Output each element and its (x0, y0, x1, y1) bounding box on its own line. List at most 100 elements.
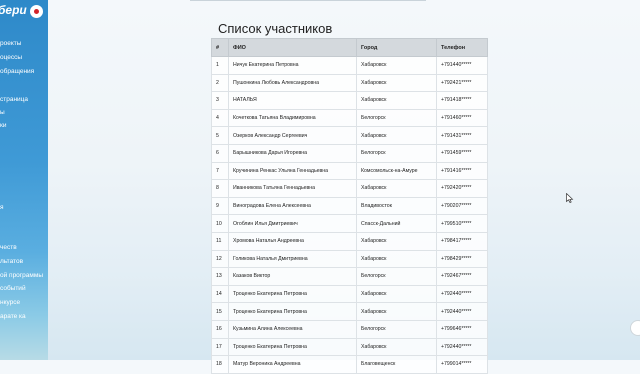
cell-number: 14 (211, 284, 229, 304)
cell-number: 12 (211, 249, 229, 269)
cell-phone: +799646***** (436, 319, 488, 339)
sidebar-item-quality[interactable]: честв (0, 244, 17, 251)
cell-city: Белогорск (356, 108, 437, 128)
cell-city: Хабаровск (356, 91, 437, 110)
table-header-row: # ФИО Город Телефон (211, 38, 488, 57)
cell-city: Хабаровск (356, 337, 437, 357)
table-row[interactable]: 11 Хромова Наталья Андреевна Хабаровск +798… (211, 231, 488, 251)
cell-number: 15 (211, 302, 229, 321)
cell-phone: +798417***** (436, 231, 488, 251)
brand[interactable]: бери (0, 3, 48, 19)
table-row[interactable]: 7 Кручинина Ренкас Ульяна Геннадьевна Комс… (211, 161, 488, 181)
cell-fio: Голикова Наталья Дмитриевна (228, 249, 357, 269)
cell-fio: Пушонкина Любовь Александровна (228, 73, 357, 93)
cell-number: 18 (211, 355, 229, 374)
cell-phone: +791459***** (436, 143, 488, 163)
sidebar-item-events[interactable]: событий (0, 285, 26, 292)
cell-number: 16 (211, 319, 229, 339)
table-row[interactable]: 6 Барышникова Дарья Игоревна Белогорск +791… (211, 143, 488, 163)
cell-city: Белогорск (356, 319, 437, 339)
sidebar-item-5[interactable]: ы (0, 109, 5, 116)
cell-number: 17 (211, 337, 229, 357)
cell-phone: +791431***** (436, 126, 488, 145)
sidebar-item-6[interactable]: ки (0, 122, 6, 129)
sidebar-item-processes[interactable]: оцессы (0, 54, 22, 61)
sidebar-item-apparatus[interactable]: арате ка (0, 313, 26, 320)
cell-phone: +791416***** (436, 161, 488, 181)
column-header-city[interactable]: Город (356, 38, 437, 57)
column-header-phone[interactable]: Телефон (436, 38, 488, 57)
table-row[interactable]: 10 Огоблин Илья Дмитриевич Спасск-Дальний +… (211, 214, 488, 233)
participants-table-wrap: # ФИО Город Телефон 1 Ничук Екатерина Пет… (211, 38, 488, 374)
cell-number: 4 (211, 108, 229, 128)
arrow-cursor-icon (566, 193, 574, 203)
column-header-number[interactable]: # (211, 38, 229, 57)
cell-fio: Иванникова Татьяна Геннадьевна (228, 179, 357, 198)
cell-fio: Виноградова Елена Алексеевна (228, 196, 357, 216)
cell-city: Владивосток (356, 196, 437, 216)
cell-number: 5 (211, 126, 229, 145)
cell-city: Хабаровск (356, 231, 437, 251)
cell-fio: Кузьмина Алина Алексеевна (228, 319, 357, 339)
cell-city: Комсомольск-на-Амуре (356, 161, 437, 181)
cell-number: 3 (211, 91, 229, 110)
cell-phone: +791460***** (436, 108, 488, 128)
cell-number: 9 (211, 196, 229, 216)
brand-logo-icon (30, 5, 43, 18)
sidebar-item-program[interactable]: ой программы (0, 272, 43, 279)
cell-fio: Троценко Екатерина Петровна (228, 302, 357, 321)
cell-fio: Озерков Александр Сергеевич (228, 126, 357, 145)
table-row[interactable]: 16 Кузьмина Алина Алексеевна Белогорск +799… (211, 319, 488, 339)
cell-phone: +792467***** (436, 267, 488, 286)
cell-city: Хабаровск (356, 56, 437, 75)
table-row[interactable]: 4 Кочеткова Татьяна Владимировна Белогорск… (211, 108, 488, 128)
table-row[interactable]: 14 Троценко Екатерина Петровна Хабаровск +7… (211, 284, 488, 304)
column-header-fio[interactable]: ФИО (228, 38, 357, 57)
cell-city: Хабаровск (356, 302, 437, 321)
scroll-up-icon[interactable] (630, 320, 640, 336)
sidebar-item-projects[interactable]: роекты (0, 40, 21, 47)
table-row[interactable]: 2 Пушонкина Любовь Александровна Хабаровск… (211, 73, 488, 93)
cell-fio: Матур Вероника Андреевна (228, 355, 357, 374)
cell-city: Белогорск (356, 143, 437, 163)
table-row[interactable]: 3 НАТАЛЬЯ Хабаровск +791418***** (211, 91, 488, 110)
table-row[interactable]: 18 Матур Вероника Андреевна Благовещенск +7… (211, 355, 488, 374)
cell-fio: НАТАЛЬЯ (228, 91, 357, 110)
cell-city: Хабаровск (356, 284, 437, 304)
cell-number: 2 (211, 73, 229, 93)
cell-phone: +798429***** (436, 249, 488, 269)
cell-city: Хабаровск (356, 249, 437, 269)
page-title: Список участников (218, 21, 333, 36)
cell-fio: Троценко Екатерина Петровна (228, 337, 357, 357)
cell-number: 10 (211, 214, 229, 233)
cell-fio: Хромова Наталья Андреевна (228, 231, 357, 251)
cell-fio: Кочеткова Татьяна Владимировна (228, 108, 357, 128)
cell-number: 8 (211, 179, 229, 198)
table-row[interactable]: 1 Ничук Екатерина Петровна Хабаровск +79144… (211, 56, 488, 75)
cell-phone: +792420***** (436, 179, 488, 198)
cell-number: 7 (211, 161, 229, 181)
cell-city: Спасск-Дальний (356, 214, 437, 233)
table-row[interactable]: 9 Виноградова Елена Алексеевна Владивосток… (211, 196, 488, 216)
cell-fio: Огоблин Илья Дмитриевич (228, 214, 357, 233)
cell-fio: Кручинина Ренкас Ульяна Геннадьевна (228, 161, 357, 181)
cell-fio: Ничук Екатерина Петровна (228, 56, 357, 75)
sidebar-item-requests[interactable]: обращения (0, 68, 34, 75)
table-row[interactable]: 5 Озерков Александр Сергеевич Хабаровск +79… (211, 126, 488, 145)
cell-city: Хабаровск (356, 73, 437, 93)
table-row[interactable]: 17 Троценко Екатерина Петровна Хабаровск +7… (211, 337, 488, 357)
table-row[interactable]: 15 Троценко Екатерина Петровна Хабаровск +7… (211, 302, 488, 321)
cell-city: Хабаровск (356, 179, 437, 198)
sidebar-item-contest[interactable]: нкурсе (0, 299, 20, 306)
sidebar-item-results[interactable]: льтатов (0, 258, 23, 265)
sidebar-item-page[interactable]: страница (0, 96, 28, 103)
table-row[interactable]: 13 Казаков Виктор Белогорск +792467***** (211, 267, 488, 286)
cell-phone: +790207***** (436, 196, 488, 216)
table-row[interactable]: 8 Иванникова Татьяна Геннадьевна Хабаровск… (211, 179, 488, 198)
cell-number: 13 (211, 267, 229, 286)
participants-table: # ФИО Город Телефон 1 Ничук Екатерина Пет… (211, 38, 488, 374)
sidebar-item-7[interactable]: я (0, 204, 4, 211)
cell-phone: +792440***** (436, 337, 488, 357)
cell-fio: Троценко Екатерина Петровна (228, 284, 357, 304)
table-row[interactable]: 12 Голикова Наталья Дмитриевна Хабаровск +7… (211, 249, 488, 269)
